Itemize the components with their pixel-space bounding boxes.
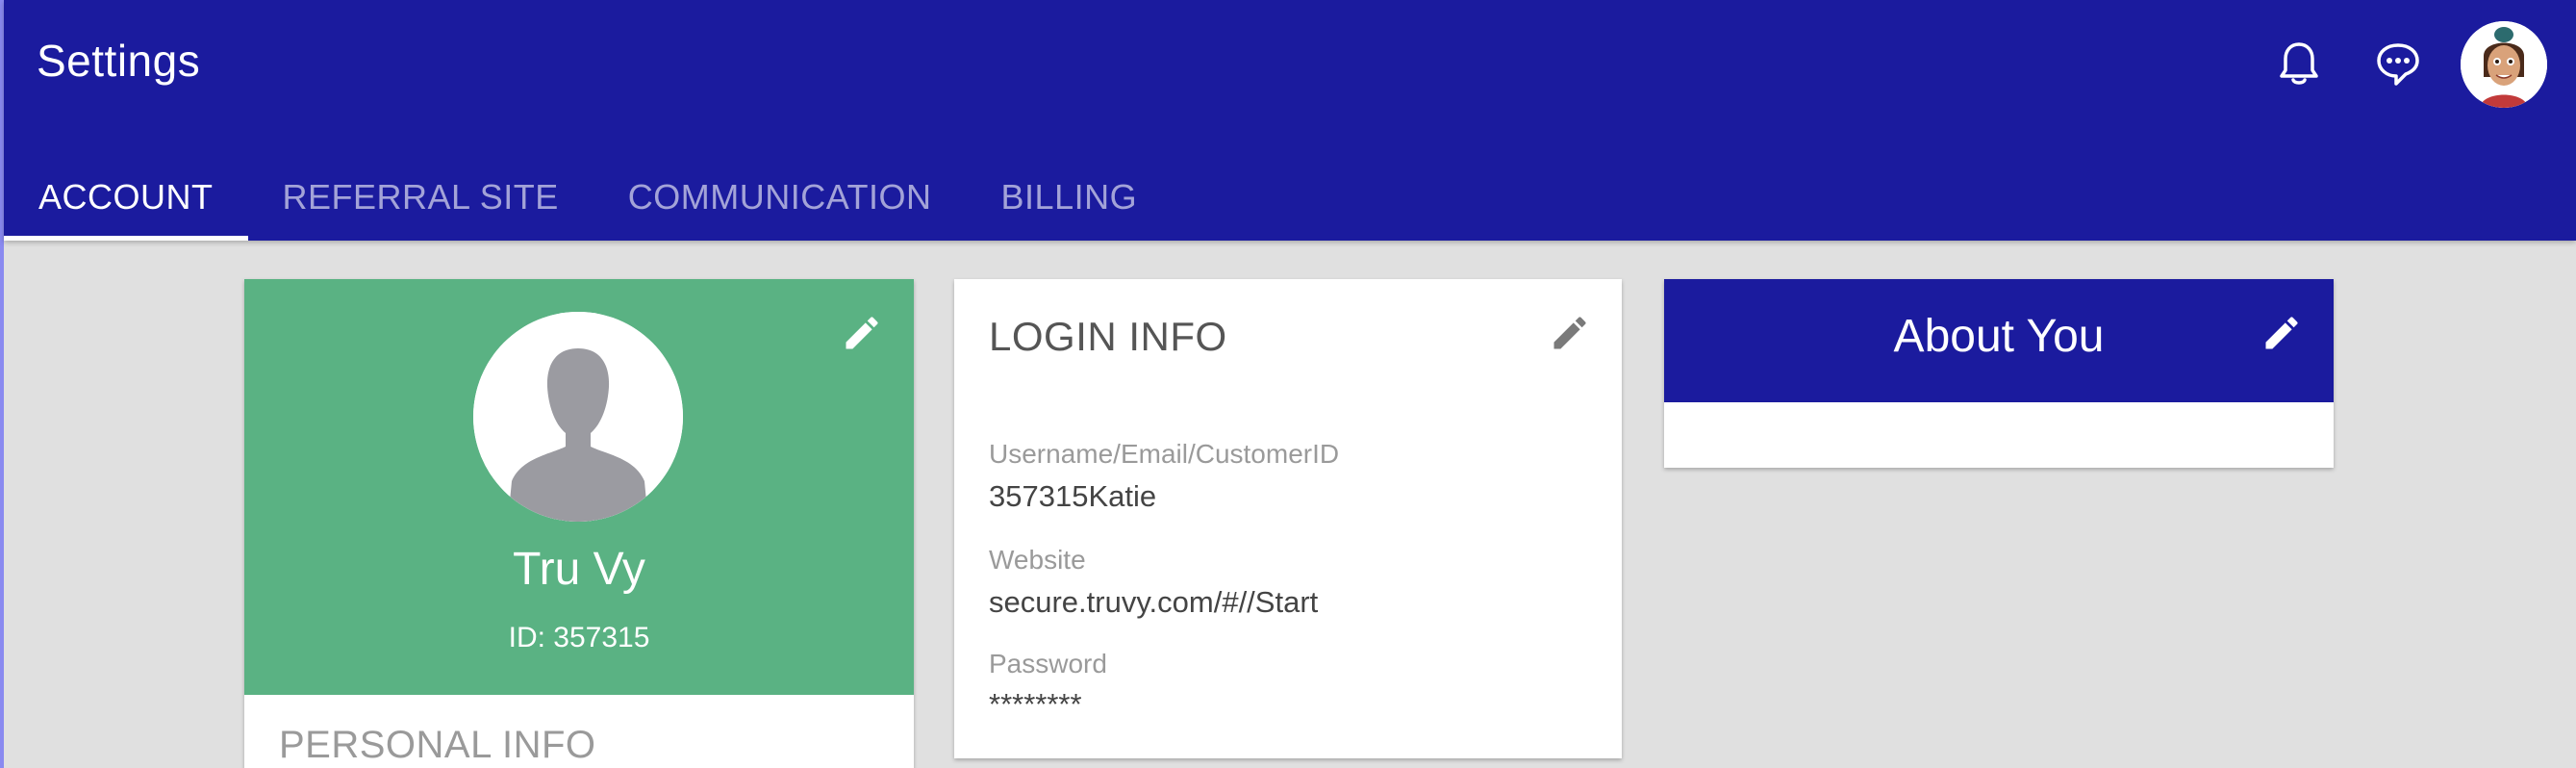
website-label: Website: [989, 545, 1086, 575]
tab-referral-site[interactable]: REFERRAL SITE: [248, 154, 593, 241]
edit-about-icon[interactable]: [2260, 312, 2303, 354]
settings-tabs: ACCOUNT REFERRAL SITE COMMUNICATION BILL…: [4, 154, 1172, 241]
tab-account[interactable]: ACCOUNT: [4, 154, 248, 241]
password-label: Password: [989, 649, 1107, 678]
tab-label: COMMUNICATION: [627, 177, 932, 217]
website-value: secure.truvy.com/#//Start: [989, 585, 1319, 619]
username-value: 357315Katie: [989, 479, 1157, 513]
login-info-heading: LOGIN INFO: [989, 314, 1227, 359]
edit-profile-icon[interactable]: [841, 312, 883, 354]
bell-icon[interactable]: [2270, 35, 2328, 92]
about-you-card: About You: [1664, 279, 2334, 468]
page-title: Settings: [37, 36, 201, 86]
profile-card: Tru Vy ID: 357315 PERSONAL INFO: [244, 279, 914, 768]
profile-name: Tru Vy: [513, 544, 645, 595]
chat-icon[interactable]: [2369, 35, 2427, 92]
login-info-card: LOGIN INFO Username/Email/CustomerID 357…: [954, 279, 1622, 758]
tab-communication[interactable]: COMMUNICATION: [593, 154, 967, 241]
tab-label: BILLING: [1000, 177, 1138, 217]
tab-label: REFERRAL SITE: [282, 177, 559, 217]
profile-id: ID: 357315: [508, 622, 650, 653]
about-you-header: About You: [1664, 279, 2334, 402]
tab-billing[interactable]: BILLING: [967, 154, 1173, 241]
settings-app: Settings ACCOUNT REFERRAL SITE COMMUNICA…: [0, 0, 2576, 768]
about-you-title: About You: [1893, 311, 2105, 362]
personal-info-heading: PERSONAL INFO: [279, 724, 596, 766]
password-value: ********: [989, 687, 1082, 721]
profile-photo-placeholder[interactable]: [473, 312, 683, 522]
username-label: Username/Email/CustomerID: [989, 439, 1340, 469]
tab-label: ACCOUNT: [38, 177, 214, 217]
user-avatar[interactable]: [2461, 21, 2547, 108]
top-app-bar: Settings ACCOUNT REFERRAL SITE COMMUNICA…: [4, 0, 2576, 241]
edit-login-icon[interactable]: [1549, 312, 1591, 354]
profile-header: Tru Vy ID: 357315: [244, 279, 914, 695]
